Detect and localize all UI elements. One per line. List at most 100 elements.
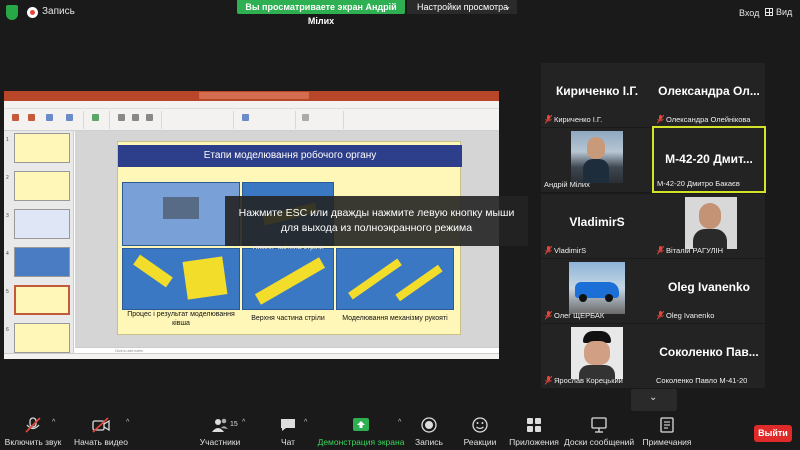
participant-name: Олександра Олейнікова (666, 115, 751, 124)
view-settings-label: Настройки просмотра (417, 2, 509, 12)
video-off-icon (92, 417, 110, 433)
unmute-button[interactable]: ^ Включить звук (2, 411, 64, 450)
view-settings-button[interactable]: Настройки просмотра ⌄ (407, 0, 517, 14)
chevron-up-icon[interactable]: ^ (126, 419, 129, 426)
record-icon (27, 7, 38, 18)
participant-display-name: Олександра Ол... (658, 84, 760, 98)
participant-tile[interactable]: Oleg Ivanenko Oleg Ivanenko (653, 259, 765, 323)
slide-thumbnail[interactable] (14, 133, 70, 163)
participant-name: Oleg Ivanenko (666, 311, 715, 320)
slide-thumbnail[interactable] (14, 323, 70, 353)
slide-thumbnail-selected[interactable] (14, 285, 70, 315)
top-bar: Запись Вы просматриваете экран Андрій Мі… (0, 0, 800, 26)
participant-display-name: М-42-20 Дмит... (665, 152, 753, 166)
reactions-button[interactable]: Реакции (458, 411, 502, 450)
chevron-up-icon[interactable]: ^ (242, 419, 245, 426)
enter-label[interactable]: Вход (739, 8, 759, 18)
participants-button[interactable]: 15 ^ Участники (194, 411, 246, 450)
chevron-up-icon[interactable]: ^ (52, 419, 55, 426)
notes-label: Примечания (642, 437, 692, 447)
participant-tile[interactable]: Ярослав Корецький (541, 324, 653, 388)
cad-image-arm-mechanism (336, 248, 454, 310)
cad-image-bucket (122, 248, 240, 310)
participant-tile[interactable]: Кириченко І.Г. Кириченко І.Г. (541, 63, 653, 127)
muted-mic-icon (545, 376, 552, 385)
chevron-down-icon: ⌄ (504, 2, 511, 11)
participant-name: VladimirS (554, 246, 587, 255)
slide-thumbnail[interactable] (14, 209, 70, 239)
whiteboards-label: Доски сообщений (564, 437, 635, 447)
start-video-button[interactable]: ^ Начать видео (70, 411, 132, 450)
slide-title: Етапи моделювання робочого органу (118, 145, 462, 167)
apps-label: Приложения (509, 437, 559, 447)
participant-video (685, 197, 737, 249)
participant-tile[interactable]: VladimirS VladimirS (541, 194, 653, 258)
start-video-label: Начать видео (73, 437, 128, 447)
slide-thumbnail[interactable] (14, 171, 70, 201)
participant-name: Віталій РАГУЛІН (666, 246, 724, 255)
hint-line-1: Нажмите ESC или дважды нажмите левую кно… (238, 207, 515, 219)
gallery-scroll-down-button[interactable]: ⌄ (631, 389, 677, 411)
slide-caption-upper-boom: Верхня частина стріли (251, 315, 325, 322)
unmute-label: Включить звук (4, 437, 62, 447)
chat-button[interactable]: ^ Чат (270, 411, 307, 450)
share-screen-button[interactable]: ^ Демонстрация экрана (316, 411, 406, 450)
ppt-status-bar (4, 353, 499, 359)
apps-button[interactable]: Приложения (506, 411, 562, 450)
record-label: Запись (415, 437, 443, 447)
chevron-up-icon[interactable]: ^ (398, 419, 401, 426)
chevron-down-icon: ⌄ (649, 392, 658, 403)
notes-button[interactable]: Примечания (640, 411, 694, 450)
ppt-ribbon (4, 109, 499, 131)
participant-tile[interactable]: Соколенко Пав... Соколенко Павло М-41-20 (653, 324, 765, 388)
muted-mic-icon (25, 417, 41, 433)
grid-icon (765, 8, 773, 16)
chat-label: Чат (280, 437, 296, 447)
participant-name: М-42-20 Дмитро Бакаєв (657, 179, 740, 188)
security-shield-icon[interactable] (6, 5, 18, 20)
chevron-up-icon[interactable]: ^ (304, 419, 307, 426)
participant-tile-active-speaker[interactable]: М-42-20 Дмит... М-42-20 Дмитро Бакаєв (652, 126, 766, 193)
ppt-ribbon-tabs: FileHomeInsertDrawDesignTransitionsAnima… (4, 101, 499, 115)
participant-tile[interactable]: Олександра Ол... Олександра Олейнікова (653, 63, 765, 127)
participant-tile[interactable]: Андрій Мілих (541, 128, 653, 192)
muted-mic-icon (657, 311, 664, 320)
view-label: Вид (776, 7, 793, 17)
whiteboards-button[interactable]: Доски сообщений (564, 411, 634, 450)
cad-image-upper-boom (242, 248, 334, 310)
record-button[interactable]: Запись (408, 411, 450, 450)
leave-button[interactable]: Выйти (754, 425, 792, 442)
muted-mic-icon (657, 246, 664, 255)
participant-name: Кириченко І.Г. (554, 115, 603, 124)
meeting-toolbar: ^ Включить звук ^ Начать видео 15 ^ Учас… (0, 411, 800, 450)
participant-display-name: Кириченко І.Г. (555, 84, 639, 98)
slide-thumbnail[interactable] (14, 247, 70, 277)
participant-display-name: VladimirS (569, 215, 625, 229)
record-status-label[interactable]: Запись (42, 6, 75, 17)
participant-display-name: Соколенко Пав... (659, 345, 759, 359)
muted-mic-icon (545, 246, 552, 255)
participant-name: Олег ЩЕРБАК (554, 311, 605, 320)
cad-image-bucket-process (122, 182, 240, 246)
reactions-label: Реакции (463, 437, 497, 447)
participant-video (569, 262, 625, 314)
participant-video (571, 131, 623, 183)
participant-name: Ярослав Корецький (554, 376, 623, 385)
muted-mic-icon (545, 115, 552, 124)
muted-mic-icon (545, 311, 552, 320)
participant-tile[interactable]: Олег ЩЕРБАК (541, 259, 653, 323)
participant-tile[interactable]: Віталій РАГУЛІН (653, 194, 765, 258)
ppt-title-bar (4, 91, 499, 101)
participants-label: Участники (199, 437, 241, 447)
slide-caption-bucket: Процес і результат моделювання ківша (127, 311, 235, 327)
apps-icon (527, 418, 541, 432)
slide-thumbnails: 1 2 3 4 5 6 (4, 131, 74, 353)
participant-display-name: Oleg Ivanenko (667, 280, 751, 294)
slide-caption-arm: Моделювання механізму рукояті (342, 315, 448, 322)
screen-share-banner: Вы просматриваете экран Андрій Мілих (237, 0, 405, 26)
fullscreen-exit-hint: Нажмите ESC или дважды нажмите левую кно… (225, 196, 528, 246)
chat-icon (281, 419, 295, 431)
participants-count: 15 (230, 421, 238, 428)
view-button[interactable]: Вид (765, 7, 792, 17)
participants-icon (212, 418, 228, 432)
